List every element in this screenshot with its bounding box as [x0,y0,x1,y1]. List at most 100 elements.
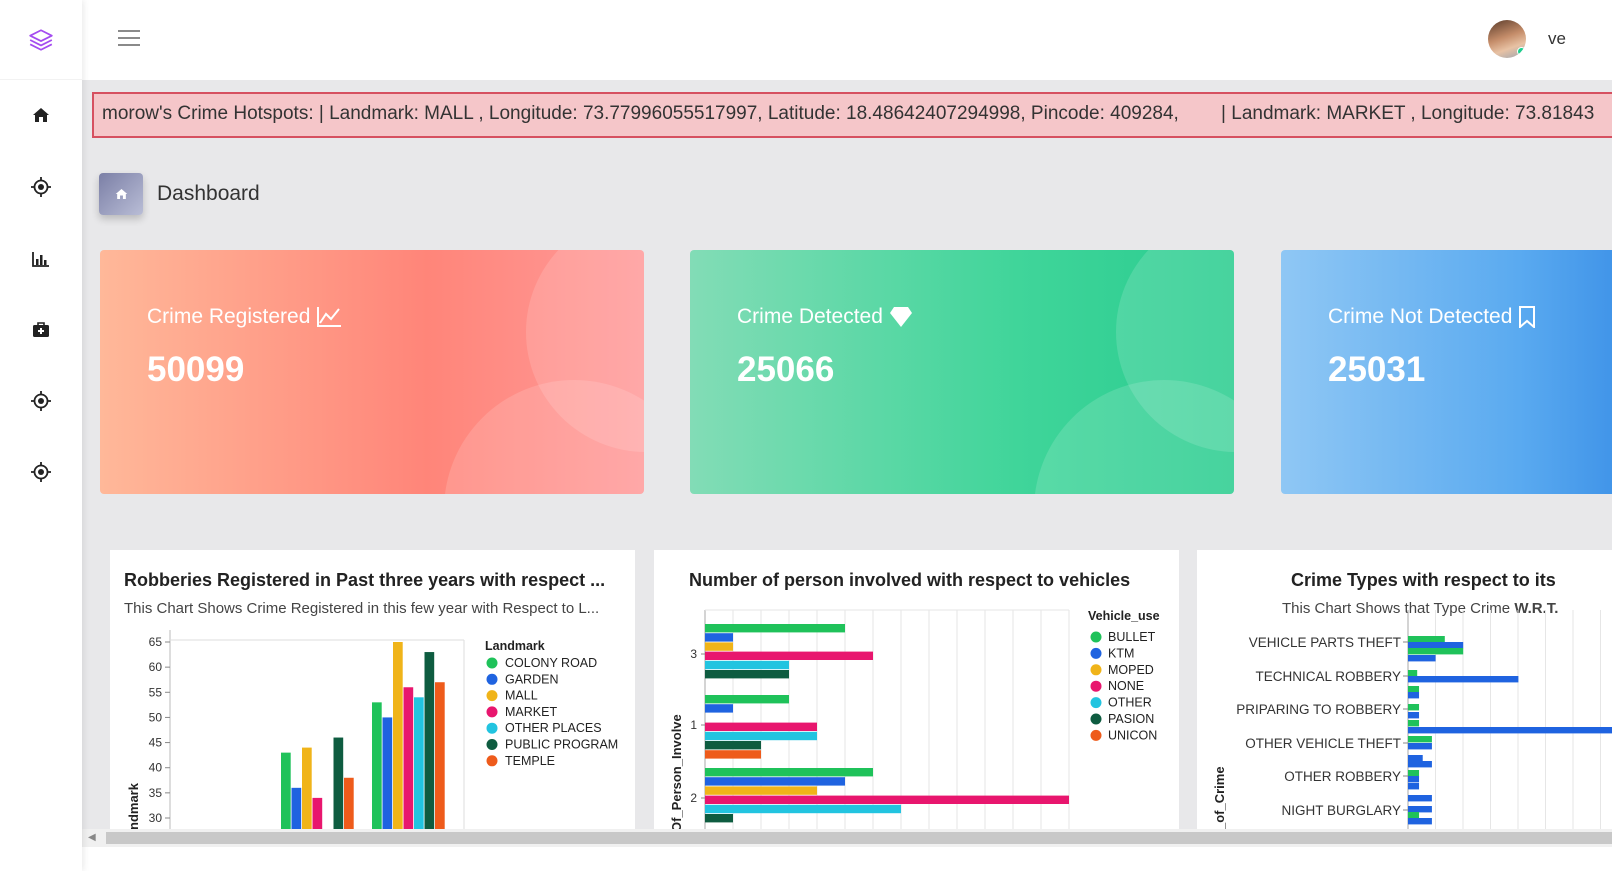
crime-types-chart: _of_Crime VEHICLE PARTS THEFT TECHNICAL R… [1212,610,1612,840]
sidebar-item-medkit[interactable] [0,310,82,350]
bar [333,737,344,840]
legend-marker [1090,713,1102,725]
username[interactable]: ve [1548,29,1566,49]
bar [1408,648,1464,655]
sidebar-item-charts[interactable] [0,239,82,279]
bar [1408,736,1432,743]
bar [1408,743,1432,750]
legend-label: MARKET [505,705,557,719]
legend-label: MOPED [1108,663,1154,677]
app-logo[interactable] [0,0,82,80]
bar [705,750,761,759]
card-value: 25066 [737,350,835,389]
ticker-text: morow's Crime Hotspots: | Landmark: MALL… [102,103,1595,124]
y-tick-label: 2 [690,791,697,805]
persons-chart: Of_Person_Involve 3 1 2 Vehicle_use BULLET KT… [669,609,1160,840]
card-crime-registered: Crime Registered 50099 [100,250,644,494]
card-value: 50099 [147,350,245,389]
online-status-dot [1517,47,1526,56]
y-tick-label: VEHICLE PARTS THEFT [1249,635,1401,650]
breadcrumb-home-button[interactable] [99,173,143,215]
legend-label: MALL [505,689,538,703]
bar [705,786,817,795]
y-tick-label: OTHER ROBBERY [1284,769,1401,784]
card-title: Crime Not Detected [1328,305,1536,329]
bar [302,747,312,840]
crosshair-icon [31,391,51,411]
legend-marker [486,657,498,669]
y-tick-label: 65 [149,635,163,649]
legend-label: UNICON [1108,728,1157,742]
legend-label: OTHER [1108,696,1152,710]
layers-icon [29,28,53,51]
card-title: Crime Registered [147,305,342,329]
legend-label: BULLET [1108,630,1156,644]
y-tick-label: 3 [690,647,697,661]
sidebar-item-home[interactable] [0,95,82,135]
legend-label: NONE [1108,679,1144,693]
bar [705,722,817,731]
sidebar-item-hotspots[interactable] [0,167,82,207]
y-axis-label: _of_Crime [1212,766,1227,831]
bar [1408,776,1420,783]
legend-marker [486,673,498,685]
y-tick-label: 55 [149,685,163,699]
bar [705,651,873,660]
bar [705,642,733,651]
bar [414,697,424,840]
legend-marker [1090,729,1102,741]
panel-robberies: Robberies Registered in Past three years… [110,550,635,840]
legend-marker [486,722,498,734]
legend-marker [1090,697,1102,709]
hamburger-menu-icon[interactable] [118,30,142,50]
bar [1408,818,1432,825]
y-axis-label: Of_Person_Involve [669,714,684,832]
crosshair-icon [31,462,51,482]
bar [1408,642,1464,649]
y-tick-label: NIGHT BURGLARY [1281,803,1401,818]
diamond-icon [889,307,912,327]
sidebar-item-crosshair-2[interactable] [0,381,82,421]
card-title-text: Crime Not Detected [1328,305,1513,328]
bar [1408,806,1432,813]
bar [1408,655,1436,662]
bar [705,695,789,704]
legend-label: KTM [1108,646,1134,660]
bar [705,670,789,679]
sidebar-item-crosshair-3[interactable] [0,452,82,492]
y-tick-label: 1 [690,718,697,732]
bookmark-icon [1519,306,1536,328]
y-tick-label: 35 [149,786,163,800]
card-title-text: Crime Detected [737,305,883,328]
crosshair-icon [31,177,51,197]
top-header: ve [82,0,1612,80]
bar [705,777,845,786]
page-title: Dashboard [157,182,260,205]
bar [382,717,393,840]
legend-label: TEMPLE [505,754,555,768]
legend-label: PASION [1108,712,1154,726]
bar [1408,770,1420,777]
horizontal-scrollbar[interactable]: ◀ [82,829,1612,847]
bar [1408,692,1420,699]
bar [1408,795,1432,802]
legend-marker [486,755,498,767]
scroll-left-arrow-icon[interactable]: ◀ [88,832,96,843]
legend-marker [486,739,498,750]
legend-title: Landmark [485,639,545,653]
avatar[interactable] [1488,20,1526,58]
scrollbar-thumb[interactable] [106,832,1612,844]
page-bottom [82,847,1612,871]
line-chart-icon [317,307,342,327]
card-crime-detected: Crime Detected 25066 [690,250,1234,494]
bar [281,752,291,840]
bar [705,624,845,633]
y-tick-label: 50 [149,710,163,724]
bar [705,741,761,750]
bar [705,768,873,777]
bar [705,795,1069,804]
y-tick-label: OTHER VEHICLE THEFT [1245,736,1401,751]
y-tick-label: 60 [149,660,163,674]
legend-marker [1090,680,1102,692]
legend-marker [486,706,498,718]
